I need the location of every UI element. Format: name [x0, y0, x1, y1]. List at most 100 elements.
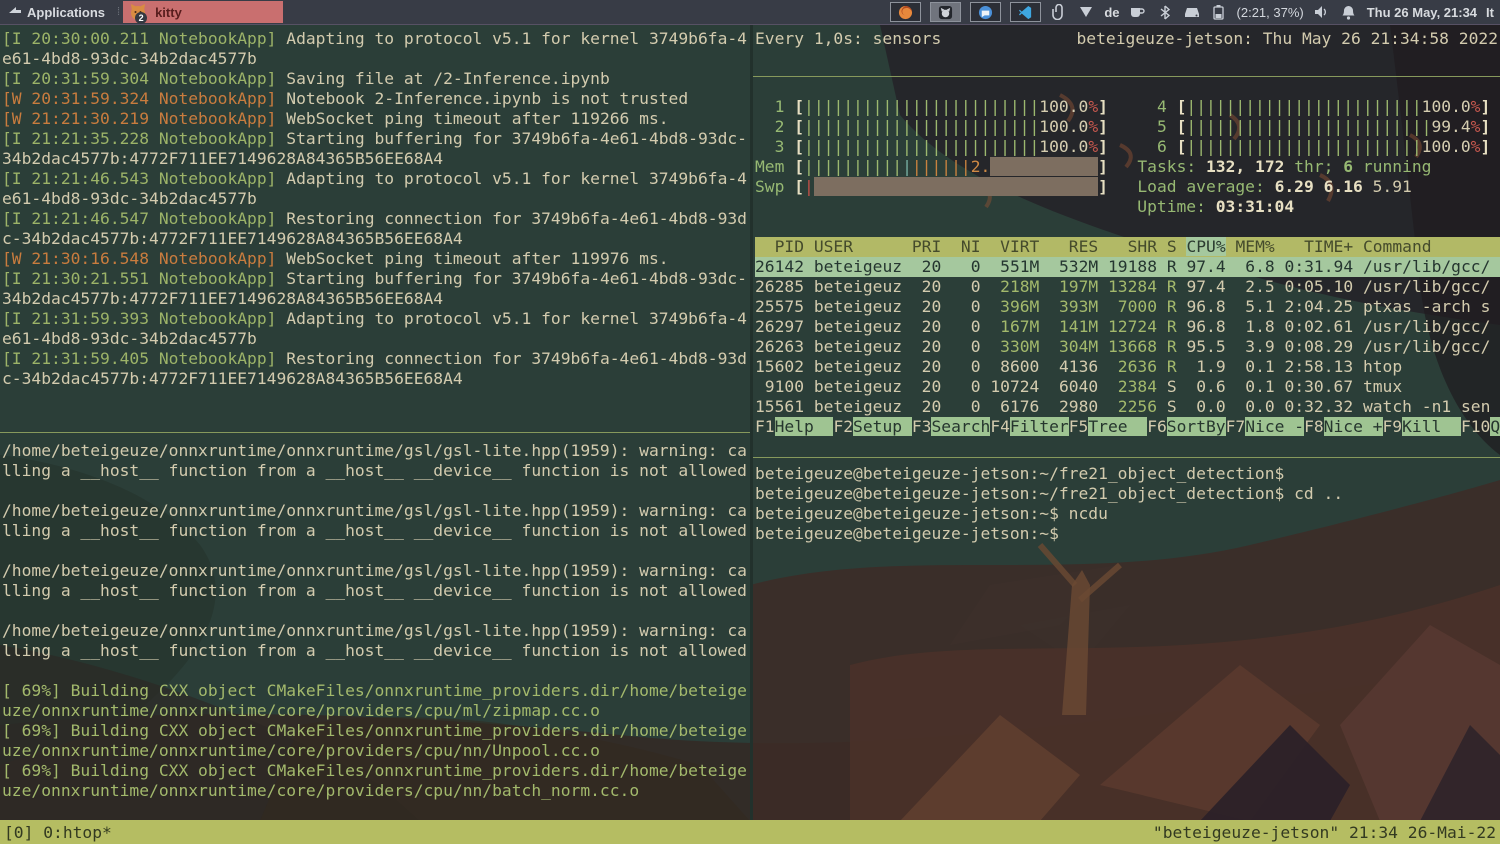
- panel-grip[interactable]: ⁞: [113, 6, 123, 18]
- htop-f5-label[interactable]: Tree: [1088, 417, 1147, 436]
- htop-column-pid[interactable]: PID: [755, 237, 804, 256]
- launcher-chat[interactable]: [970, 2, 1001, 22]
- htop-cpu-meter-row: 1 [||||||||||||||||||||||||100.0%] 4 [||…: [755, 97, 1500, 117]
- htop-column-virt[interactable]: VIRT: [990, 237, 1039, 256]
- htop-column-cpu[interactable]: CPU%: [1186, 237, 1225, 256]
- htop-f3-key[interactable]: F3: [912, 417, 932, 436]
- blank-line: [2, 601, 750, 621]
- htop-f10-label[interactable]: Q: [1490, 417, 1500, 436]
- blank-line: [755, 217, 1500, 237]
- bluetooth-icon[interactable]: [1156, 3, 1174, 21]
- htop-swp-load-row: Swp [| ] Load average: 6.29 6.16 5.91: [755, 177, 1500, 197]
- pane-divider-right-top[interactable]: [753, 76, 1500, 77]
- htop-f8-key[interactable]: F8: [1304, 417, 1324, 436]
- htop-f4-key[interactable]: F4: [990, 417, 1010, 436]
- htop-column-shr[interactable]: SHR: [1108, 237, 1157, 256]
- htop-f6-key[interactable]: F6: [1147, 417, 1167, 436]
- launcher-firefox[interactable]: [890, 2, 921, 22]
- volume-icon[interactable]: [1313, 3, 1331, 21]
- log-line: [I 21:21:46.547 NotebookApp] Restoring c…: [2, 209, 750, 249]
- launcher-kitty[interactable]: [930, 2, 961, 22]
- htop-f4-label[interactable]: Filter: [1010, 417, 1069, 436]
- htop-f1-label[interactable]: Help: [775, 417, 834, 436]
- htop-f8-label[interactable]: Nice +: [1324, 417, 1383, 436]
- htop-cpu-meter-row: 3 [||||||||||||||||||||||||100.0%] 6 [||…: [755, 137, 1500, 157]
- htop-process-row[interactable]: 25575 beteigeuz 20 0 396M 393M 7000 R 96…: [755, 297, 1500, 317]
- htop-f5-key[interactable]: F5: [1069, 417, 1089, 436]
- htop-column-mem[interactable]: MEM%: [1235, 237, 1274, 256]
- htop-f6-label[interactable]: SortBy: [1167, 417, 1226, 436]
- applications-menu[interactable]: Applications: [0, 0, 113, 24]
- htop-f1-key[interactable]: F1: [755, 417, 775, 436]
- window-button-kitty[interactable]: 2 kitty: [123, 1, 283, 23]
- htop-f2-label[interactable]: Setup: [853, 417, 912, 436]
- htop-f10-key[interactable]: F10: [1461, 417, 1490, 436]
- htop-process-row[interactable]: 26285 beteigeuz 20 0 218M 197M 13284 R 9…: [755, 277, 1500, 297]
- htop-column-ni[interactable]: NI: [951, 237, 980, 256]
- shell-prompt-line: beteigeuze@beteigeuze-jetson:~$: [755, 524, 1500, 544]
- tmux-window-list[interactable]: [0] 0:htop*: [4, 823, 112, 842]
- htop-process-row[interactable]: 15561 beteigeuz 20 0 6176 2980 2256 S 0.…: [755, 397, 1500, 417]
- blank-line: [2, 661, 750, 681]
- compiler-warning-line: /home/beteigeuze/onnxruntime/onnxruntime…: [2, 441, 750, 481]
- pane-build-log[interactable]: /home/beteigeuze/onnxruntime/onnxruntime…: [0, 433, 750, 820]
- htop-table-header: PID USER PRI NI VIRT RES SHR S CPU% MEM%…: [755, 237, 1500, 257]
- pane-shell[interactable]: beteigeuze@beteigeuze-jetson:~/fre21_obj…: [753, 458, 1500, 820]
- disk-icon[interactable]: [1183, 3, 1201, 21]
- log-line: [W 20:31:59.324 NotebookApp] Notebook 2-…: [2, 89, 750, 109]
- pane-divider-vertical[interactable]: [750, 25, 753, 820]
- applications-label: Applications: [27, 5, 105, 20]
- compiler-warning-line: /home/beteigeuze/onnxruntime/onnxruntime…: [2, 621, 750, 661]
- log-line: [I 21:31:59.405 NotebookApp] Restoring c…: [2, 349, 750, 389]
- htop-process-row[interactable]: 26142 beteigeuz 20 0 551M 532M 19188 R 9…: [755, 257, 1500, 277]
- log-line: [I 21:21:35.228 NotebookApp] Starting bu…: [2, 129, 750, 169]
- htop-process-row[interactable]: 26263 beteigeuz 20 0 330M 304M 13668 R 9…: [755, 337, 1500, 357]
- launcher-vscode[interactable]: [1010, 2, 1041, 22]
- panel-overflow-label[interactable]: It: [1486, 5, 1494, 20]
- htop-column-res[interactable]: RES: [1049, 237, 1098, 256]
- compiler-warning-line: /home/beteigeuze/onnxruntime/onnxruntime…: [2, 561, 750, 601]
- log-line: [I 21:30:21.551 NotebookApp] Starting bu…: [2, 269, 750, 309]
- firefox-icon: [898, 5, 913, 20]
- keyboard-layout-indicator[interactable]: de: [1104, 5, 1119, 20]
- window-button-label: kitty: [155, 5, 182, 20]
- htop-column-time[interactable]: TIME+: [1285, 237, 1354, 256]
- pane-notebook-log[interactable]: [I 20:30:00.211 NotebookApp] Adapting to…: [0, 25, 750, 432]
- pane-divider-right-bottom[interactable]: [753, 457, 1500, 458]
- pane-divider-left[interactable]: [0, 432, 750, 433]
- blank-line: [2, 481, 750, 501]
- htop-f9-label[interactable]: Kill: [1402, 417, 1461, 436]
- vscode-icon: [1018, 5, 1033, 20]
- panel-clock[interactable]: Thu 26 May, 21:34: [1367, 5, 1477, 20]
- htop-process-row[interactable]: 15602 beteigeuz 20 0 8600 4136 2636 R 1.…: [755, 357, 1500, 377]
- top-panel: Applications ⁞ 2 kitty: [0, 0, 1500, 24]
- battery-status-label[interactable]: (2:21, 37%): [1237, 5, 1304, 20]
- applications-menu-icon: [8, 6, 22, 18]
- watch-interval-label: Every 1,0s: sensors: [755, 29, 941, 49]
- htop-f7-label[interactable]: Nice -: [1245, 417, 1304, 436]
- htop-process-row[interactable]: 9100 beteigeuz 20 0 10724 6040 2384 S 0.…: [755, 377, 1500, 397]
- htop-f9-key[interactable]: F9: [1383, 417, 1403, 436]
- log-line: [W 21:21:30.219 NotebookApp] WebSocket p…: [2, 109, 750, 129]
- pane-watch-sensors[interactable]: Every 1,0s: sensors beteigeuze-jetson: T…: [753, 25, 1500, 76]
- htop-f3-label[interactable]: Search: [931, 417, 990, 436]
- htop-column-pri[interactable]: PRI: [912, 237, 941, 256]
- build-progress-line: [ 69%] Building CXX object CMakeFiles/on…: [2, 761, 750, 801]
- htop-process-row[interactable]: 26297 beteigeuz 20 0 167M 141M 12724 R 9…: [755, 317, 1500, 337]
- network-icon[interactable]: [1077, 3, 1095, 21]
- htop-f7-key[interactable]: F7: [1226, 417, 1246, 436]
- pane-htop[interactable]: 1 [||||||||||||||||||||||||100.0%] 4 [||…: [753, 77, 1500, 457]
- kitty-terminal-icon: [938, 5, 953, 20]
- tmux-status-right: "beteigeuze-jetson" 21:34 26-Mai-22: [1153, 823, 1496, 842]
- htop-column-user[interactable]: USER: [814, 237, 902, 256]
- build-progress-line: [ 69%] Building CXX object CMakeFiles/on…: [2, 681, 750, 721]
- notifications-bell-icon[interactable]: [1340, 3, 1358, 21]
- battery-icon[interactable]: [1210, 3, 1228, 21]
- htop-f2-key[interactable]: F2: [833, 417, 853, 436]
- attachments-icon[interactable]: [1050, 3, 1068, 21]
- shell-prompt-line: beteigeuze@beteigeuze-jetson:~$ ncdu: [755, 504, 1500, 524]
- htop-column-command[interactable]: Command: [1363, 237, 1432, 256]
- caffeine-cup-icon[interactable]: [1129, 3, 1147, 21]
- watch-header: Every 1,0s: sensors beteigeuze-jetson: T…: [755, 29, 1498, 49]
- htop-column-s[interactable]: S: [1167, 237, 1177, 256]
